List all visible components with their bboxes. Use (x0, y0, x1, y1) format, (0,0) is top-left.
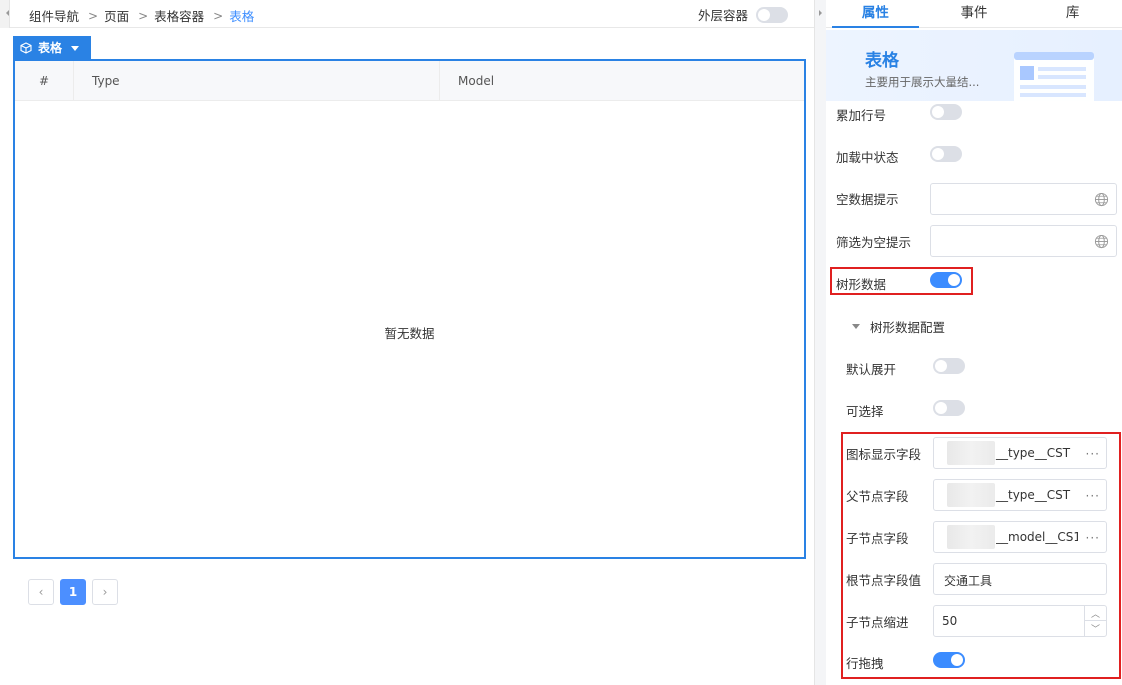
tree-data-label: 树形数据 (836, 276, 887, 292)
collapse-left-handle[interactable] (0, 0, 10, 28)
cumulative-row-number-label: 累加行号 (836, 107, 887, 123)
outer-container-toggle-group: 外层容器 (698, 5, 789, 24)
parent-field-label: 父节点字段 (846, 488, 909, 504)
row-drag-switch[interactable] (933, 652, 965, 668)
child-indent-value: 50 (942, 614, 958, 628)
row-drag-label: 行拖拽 (846, 655, 884, 671)
caret-down-icon[interactable] (71, 45, 80, 55)
icon-field-input[interactable]: __type__CST ··· (933, 437, 1107, 469)
banner-title: 表格 (865, 51, 899, 71)
chevron-down-icon[interactable]: ﹀ (1085, 621, 1106, 636)
breadcrumb-item-table[interactable]: 表格 (229, 6, 254, 25)
empty-data-tip-row: 空数据提示 (836, 189, 899, 207)
parent-field-value: __type__CST (996, 488, 1071, 502)
design-canvas: 组件导航 > 页面 > 表格容器 > 表格 外层容器 表格 # Type Mod… (0, 0, 814, 685)
next-page-button[interactable]: › (92, 579, 118, 605)
outer-container-label: 外层容器 (698, 8, 749, 23)
selected-component-tag[interactable]: 表格 (13, 36, 91, 59)
panel-splitter[interactable] (814, 0, 826, 685)
caret-down-icon (852, 324, 860, 333)
blurred-prefix (947, 525, 995, 549)
root-value-input[interactable]: 交通工具 (933, 563, 1107, 595)
icon-field-row: 图标显示字段 (846, 444, 921, 462)
component-tag-label: 表格 (38, 41, 63, 55)
component-banner: 表格 主要用于展示大量结... (826, 30, 1122, 101)
pagination: ‹ 1 › (28, 579, 118, 605)
filter-empty-tip-row: 筛选为空提示 (836, 232, 911, 250)
tree-config-section-title: 树形数据配置 (870, 319, 946, 335)
breadcrumb-item-page[interactable]: 页面 (104, 6, 129, 25)
page-button-current[interactable]: 1 (60, 579, 86, 605)
tree-data-switch[interactable] (930, 272, 962, 288)
icon-field-value: __type__CST (996, 446, 1071, 460)
loading-state-row: 加载中状态 (836, 147, 899, 165)
breadcrumb-item-component-nav[interactable]: 组件导航 (29, 6, 79, 25)
tree-data-row: 树形数据 (836, 274, 886, 292)
chevron-right-icon: > (213, 8, 224, 23)
selectable-switch[interactable] (933, 400, 965, 416)
empty-data-tip-input[interactable] (930, 183, 1117, 215)
banner-description: 主要用于展示大量结... (865, 75, 980, 89)
loading-state-label: 加载中状态 (836, 149, 899, 165)
default-expand-row: 默认展开 (846, 359, 896, 377)
chevron-up-icon[interactable]: ︿ (1085, 606, 1106, 621)
tree-config-section-header[interactable]: 树形数据配置 (852, 317, 945, 335)
panel-tabs: 属性 事件 库 (826, 0, 1122, 28)
breadcrumb: 组件导航 > 页面 > 表格容器 > 表格 (29, 6, 254, 25)
parent-field-input[interactable]: __type__CST ··· (933, 479, 1107, 511)
tab-library[interactable]: 库 (1023, 0, 1122, 27)
selectable-row: 可选择 (846, 401, 884, 419)
tab-events[interactable]: 事件 (925, 0, 1024, 27)
more-icon[interactable]: ··· (1086, 531, 1100, 545)
child-field-value: __model__CS1 (996, 530, 1078, 544)
root-value-value: 交通工具 (944, 574, 993, 588)
parent-field-row: 父节点字段 (846, 486, 909, 504)
column-header-model[interactable]: Model (440, 61, 804, 101)
table-component[interactable]: # Type Model 暂无数据 (13, 59, 806, 559)
app-root: 组件导航 > 页面 > 表格容器 > 表格 外层容器 表格 # Type Mod… (0, 0, 1122, 685)
blurred-prefix (947, 441, 995, 465)
table-illustration-icon (1014, 52, 1094, 101)
breadcrumb-item-table-container[interactable]: 表格容器 (154, 6, 204, 25)
more-icon[interactable]: ··· (1086, 447, 1100, 461)
properties-panel: 属性 事件 库 表格 主要用于展示大量结... 累加行号 加载中状态 空数据提示… (826, 0, 1122, 685)
chevron-right-icon: > (88, 8, 99, 23)
table-header: # Type Model (15, 61, 804, 101)
outer-container-switch[interactable] (756, 6, 789, 23)
default-expand-switch[interactable] (933, 358, 965, 374)
cumulative-row-number-row: 累加行号 (836, 105, 886, 123)
canvas-topbar: 组件导航 > 页面 > 表格容器 > 表格 外层容器 (0, 0, 814, 28)
child-field-row: 子节点字段 (846, 528, 909, 546)
blurred-prefix (947, 483, 995, 507)
child-field-label: 子节点字段 (846, 530, 909, 546)
icon-field-label: 图标显示字段 (846, 446, 922, 462)
child-indent-label: 子节点缩进 (846, 614, 909, 630)
root-value-row: 根节点字段值 (846, 570, 921, 588)
column-header-index[interactable]: # (15, 61, 74, 101)
loading-state-switch[interactable] (930, 146, 962, 162)
globe-icon[interactable] (1094, 192, 1109, 207)
empty-data-text: 暂无数据 (384, 326, 435, 341)
default-expand-label: 默认展开 (846, 361, 897, 377)
filter-empty-tip-input[interactable] (930, 225, 1117, 257)
cumulative-row-number-switch[interactable] (930, 104, 962, 120)
filter-empty-tip-label: 筛选为空提示 (836, 234, 912, 250)
child-field-input[interactable]: __model__CS1 ··· (933, 521, 1107, 553)
more-icon[interactable]: ··· (1086, 489, 1100, 503)
selectable-label: 可选择 (846, 403, 884, 419)
cube-icon (20, 41, 32, 54)
root-value-label: 根节点字段值 (846, 572, 922, 588)
child-indent-number-input[interactable]: 50 ︿ ﹀ (933, 605, 1107, 637)
row-drag-row: 行拖拽 (846, 653, 884, 671)
tree-field-config-highlight (841, 432, 1121, 679)
column-header-type[interactable]: Type (74, 61, 440, 101)
empty-data-tip-label: 空数据提示 (836, 191, 899, 207)
tab-properties[interactable]: 属性 (826, 0, 925, 28)
chevron-right-icon: > (138, 8, 149, 23)
number-stepper: ︿ ﹀ (1084, 606, 1106, 636)
child-indent-row: 子节点缩进 (846, 612, 909, 630)
prev-page-button[interactable]: ‹ (28, 579, 54, 605)
globe-icon[interactable] (1094, 234, 1109, 249)
